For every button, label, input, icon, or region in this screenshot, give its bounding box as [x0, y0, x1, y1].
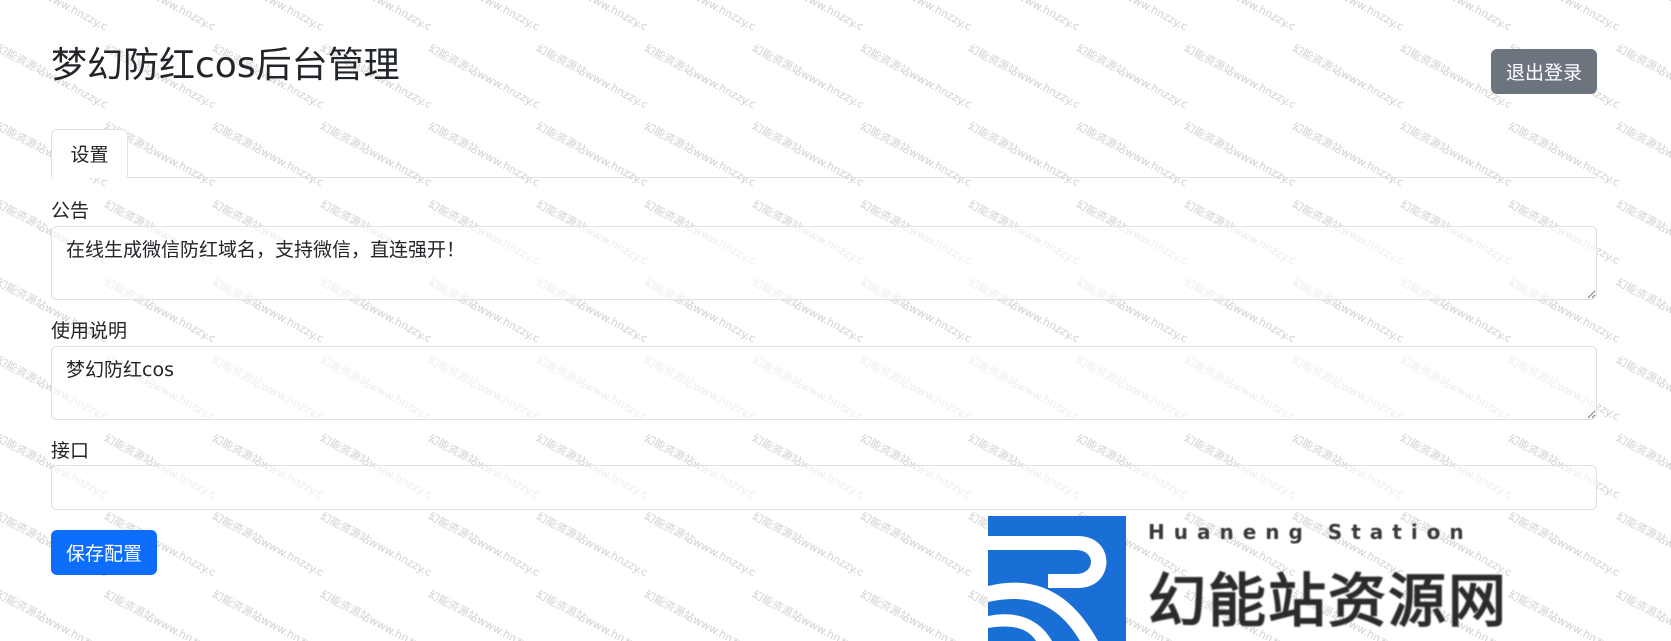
- brand-logo: Huaneng Station 幻能站资源网: [988, 516, 1533, 641]
- watermark-text: 幻能资源站www.hnzzy.c: [749, 587, 867, 641]
- api-group: 接口: [51, 440, 1597, 511]
- save-config-button[interactable]: 保存配置: [51, 530, 158, 576]
- watermark-text: 幻能资源站www.hnzzy.c: [1613, 353, 1671, 424]
- api-label: 接口: [51, 439, 90, 462]
- instructions-label: 使用说明: [51, 319, 128, 342]
- watermark-text: 幻能资源站www.hnzzy.c: [317, 587, 435, 641]
- tab-settings[interactable]: 设置: [51, 129, 128, 178]
- page-title: 梦幻防红cos后台管理: [51, 45, 400, 86]
- notice-label: 公告: [51, 200, 90, 222]
- tab-bar: 设置: [51, 129, 1597, 178]
- brand-logo-r-icon: [988, 516, 1126, 641]
- brand-logo-chinese: 幻能站资源网: [1148, 567, 1509, 635]
- api-input[interactable]: [51, 465, 1597, 511]
- logout-button[interactable]: 退出登录: [1490, 49, 1597, 94]
- notice-group: 公告 在线生成微信防红域名，支持微信，直连强开！: [51, 200, 1597, 300]
- watermark-text: 幻能资源站www.hnzzy.c: [425, 587, 543, 641]
- watermark-text: 幻能资源站www.hnzzy.c: [1613, 119, 1671, 190]
- watermark-text: 幻能资源站www.hnzzy.c: [1613, 431, 1671, 502]
- watermark-text: 幻能资源站www.hnzzy.c: [533, 587, 651, 641]
- watermark-text: 幻能资源站www.hnzzy.c: [1614, 0, 1671, 34]
- watermark-text: 幻能资源站www.hnzzy.c: [0, 587, 111, 641]
- watermark-text: 幻能资源站www.hnzzy.c: [641, 587, 759, 641]
- main-container: 梦幻防红cos后台管理 退出登录 设置 公告 在线生成微信防红域名，支持微信，直…: [51, 0, 1597, 576]
- brand-logo-english: Huaneng Station: [1148, 520, 1473, 544]
- brand-logo-mark-icon: [988, 516, 1126, 641]
- instructions-group: 使用说明 梦幻防红cos: [51, 320, 1597, 420]
- watermark-text: 幻能资源站www.hnzzy.c: [1613, 587, 1671, 641]
- watermark-text: 幻能资源站www.hnzzy.c: [101, 587, 219, 641]
- watermark-text: 幻能资源站www.hnzzy.c: [209, 587, 327, 641]
- header: 梦幻防红cos后台管理 退出登录: [51, 0, 1597, 120]
- watermark-text: 幻能资源站www.hnzzy.c: [1613, 197, 1671, 268]
- watermark-text: 幻能资源站www.hnzzy.c: [1613, 41, 1671, 112]
- watermark-text: 幻能资源站www.hnzzy.c: [1613, 509, 1671, 580]
- watermark-text: 幻能资源站www.hnzzy.c: [1613, 275, 1671, 346]
- notice-textarea[interactable]: 在线生成微信防红域名，支持微信，直连强开！: [51, 225, 1597, 300]
- page: 幻能资源站www.hnzzy.c 幻能资源站www.hnzzy.c 幻能资源站www…: [0, 0, 1671, 641]
- instructions-textarea[interactable]: 梦幻防红cos: [51, 345, 1597, 420]
- watermark-text: 幻能资源站www.hnzzy.c: [857, 587, 975, 641]
